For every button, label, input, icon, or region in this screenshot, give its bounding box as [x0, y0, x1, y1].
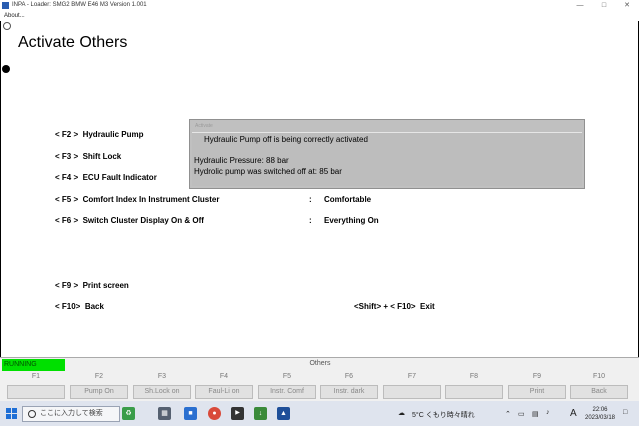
gif-app-icon[interactable]: ▶	[231, 407, 244, 420]
f3-shift-lock-button[interactable]: Sh.Lock on	[133, 385, 191, 399]
maximize-icon[interactable]: □	[594, 1, 614, 11]
notification-icon[interactable]: □	[623, 409, 627, 416]
dialog-message: Hydraulic Pump off is being correctly ac…	[204, 135, 368, 144]
menu-about[interactable]: About...	[4, 13, 25, 19]
fkey-label-f8: F8	[469, 373, 479, 380]
menu-key: <Shift> + < F10>	[354, 302, 416, 311]
taskbar: ここに入力して検索 ♻ ▦ ■ ● ▶ ↓ ▲ ☁ 5°C くもり時々晴れ ⌃ …	[0, 401, 639, 426]
f10-back-button[interactable]: Back	[570, 385, 628, 399]
fkey-label-f1: F1	[31, 373, 41, 380]
f9-print-button[interactable]: Print	[508, 385, 566, 399]
f2-pump-on-button[interactable]: Pump On	[70, 385, 128, 399]
menu-label: Shift Lock	[82, 152, 122, 161]
menu-key: < F2 >	[55, 130, 79, 139]
radio-icon[interactable]	[3, 22, 11, 30]
section-label: Others	[309, 360, 331, 367]
f6-instr-dark-button[interactable]: Instr. dark	[320, 385, 378, 399]
fkey-label-f10: F10	[592, 373, 606, 380]
menu-key: < F9 >	[55, 281, 79, 290]
fkey-label-f9: F9	[532, 373, 542, 380]
menu-key: < F3 >	[55, 152, 79, 161]
menu-key: < F6 >	[55, 216, 79, 225]
status-badge: RUNNING	[2, 359, 65, 371]
folder-icon[interactable]: ■	[184, 407, 197, 420]
menu-item-comfort-index[interactable]: < F5 > Comfort Index In Instrument Clust…	[55, 195, 219, 204]
volume-icon[interactable]: ♪	[546, 409, 550, 416]
menu-item-shift-lock[interactable]: < F3 > Shift Lock	[55, 152, 121, 161]
taskbar-clock[interactable]: 22:06 2023/03/18	[583, 406, 617, 422]
dialog-body: Hydraulic Pump off is being correctly ac…	[192, 132, 582, 186]
activate-dialog: Activate Hydraulic Pump off is being cor…	[189, 119, 585, 189]
page-title: Activate Others	[18, 34, 128, 51]
search-icon	[28, 410, 36, 418]
cluster-display-value: Everything On	[324, 216, 379, 225]
search-placeholder: ここに入力して検索	[40, 410, 103, 417]
weather-text[interactable]: 5°C くもり時々晴れ	[412, 410, 475, 420]
taskbar-search-input[interactable]: ここに入力して検索	[22, 406, 120, 422]
fkey-label-f6: F6	[344, 373, 354, 380]
menu-item-print-screen[interactable]: < F9 > Print screen	[55, 281, 129, 290]
fkey-label-f5: F5	[282, 373, 292, 380]
menu-label: Exit	[420, 302, 435, 311]
task-view-icon[interactable]: ▦	[158, 407, 171, 420]
fkey-label-f4: F4	[219, 373, 229, 380]
menu-label: Print screen	[82, 281, 129, 290]
f8-button[interactable]	[445, 385, 503, 399]
menu-label: Switch Cluster Display On & Off	[82, 216, 204, 225]
comfort-index-separator: :	[309, 195, 312, 204]
weather-icon[interactable]: ☁	[398, 409, 405, 417]
menu-label: Hydraulic Pump	[82, 130, 144, 139]
menu-item-hydraulic-pump[interactable]: < F2 > Hydraulic Pump	[55, 130, 143, 139]
f7-button[interactable]	[383, 385, 441, 399]
battery-icon[interactable]: ▭	[518, 410, 525, 418]
comfort-index-value: Comfortable	[324, 195, 372, 204]
dialog-title: Activate	[195, 123, 213, 129]
ime-indicator[interactable]: A	[570, 408, 577, 419]
fkey-label-f2: F2	[94, 373, 104, 380]
inpa-icon[interactable]: ▲	[277, 407, 290, 420]
close-icon[interactable]: ✕	[617, 1, 637, 11]
menu-item-switch-cluster-display[interactable]: < F6 > Switch Cluster Display On & Off	[55, 216, 204, 225]
cluster-display-separator: :	[309, 216, 312, 225]
chrome-icon[interactable]: ●	[208, 407, 221, 420]
window-title: INPA - Loader: SMG2 BMW E46 M3 Version 1…	[12, 2, 147, 8]
title-bar: INPA - Loader: SMG2 BMW E46 M3 Version 1…	[0, 0, 639, 12]
menu-item-exit[interactable]: <Shift> + < F10> Exit	[354, 302, 435, 311]
minimize-icon[interactable]: —	[570, 1, 590, 11]
download-icon[interactable]: ↓	[254, 407, 267, 420]
menu-bar: About...	[0, 12, 639, 21]
dialog-pressure: Hydraulic Pressure: 88 bar	[194, 156, 289, 165]
bullet-icon	[2, 65, 10, 73]
app-icon	[2, 2, 9, 9]
fkey-label-f3: F3	[157, 373, 167, 380]
f1-button[interactable]	[7, 385, 65, 399]
f4-fault-light-button[interactable]: Faul-Li on	[195, 385, 253, 399]
clock-time: 22:06	[592, 407, 608, 413]
tray-chevron-icon[interactable]: ⌃	[505, 410, 511, 418]
dialog-switch-off: Hydrolic pump was switched off at: 85 ba…	[194, 167, 342, 176]
menu-key: < F4 >	[55, 173, 79, 182]
clock-date: 2023/03/18	[584, 415, 616, 421]
menu-key: < F10>	[55, 302, 81, 311]
menu-item-ecu-fault-indicator[interactable]: < F4 > ECU Fault Indicator	[55, 173, 157, 182]
menu-label: Comfort Index In Instrument Cluster	[82, 195, 220, 204]
menu-item-back[interactable]: < F10> Back	[55, 302, 104, 311]
menu-key: < F5 >	[55, 195, 79, 204]
f5-instr-comf-button[interactable]: Instr. Comf	[258, 385, 316, 399]
windows-start-icon[interactable]	[6, 408, 17, 419]
network-icon[interactable]: ▤	[532, 410, 539, 418]
fkey-label-f7: F7	[407, 373, 417, 380]
menu-label: Back	[84, 302, 104, 311]
fkey-panel: RUNNING Others F1 F2 F3 F4 F5 F6 F7 F8 F…	[0, 357, 639, 401]
recycle-icon[interactable]: ♻	[122, 407, 135, 420]
menu-label: ECU Fault Indicator	[82, 173, 157, 182]
